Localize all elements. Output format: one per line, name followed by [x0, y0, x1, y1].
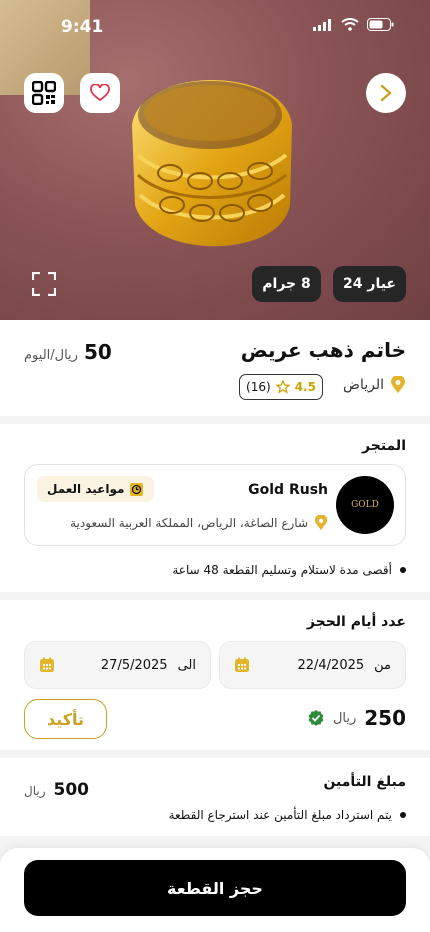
store-section: المتجر GOLD Gold Rush شارع الصاغة، الريا…	[0, 424, 430, 592]
bottom-bar: حجز القطعة	[0, 848, 430, 932]
verified-check-icon	[308, 710, 324, 726]
price-value: 50	[83, 340, 112, 364]
store-card[interactable]: GOLD Gold Rush شارع الصاغة، الرياض، المم…	[24, 464, 406, 546]
to-date-field[interactable]: الى 27/5/2025	[24, 641, 211, 689]
rating-value: 4.5	[294, 380, 316, 394]
insurance-note: يتم استرداد مبلغ التأمين عند استرجاع الق…	[169, 808, 406, 822]
product-page: 9:41 عيار 24 8 جرام خاتم ذهب عريض 50 ريا…	[0, 0, 430, 932]
store-name: Gold Rush	[248, 482, 328, 498]
calendar-icon	[235, 657, 249, 672]
working-hours-label: مواعيد العمل	[47, 482, 125, 496]
back-button[interactable]	[366, 73, 406, 113]
from-date-field[interactable]: من 22/4/2025	[219, 641, 406, 689]
store-section-label: المتجر	[362, 438, 406, 454]
from-label: من	[374, 657, 391, 673]
weight-badge: 8 جرام	[252, 266, 321, 302]
qr-code-button[interactable]	[24, 73, 64, 113]
store-logo-text: GOLD	[351, 500, 379, 510]
pickup-note-text: أقصى مدة لاستلام وتسليم القطعة 48 ساعة	[172, 563, 392, 577]
insurance-value: 500	[53, 780, 90, 800]
heart-icon	[90, 84, 110, 102]
karat-badge: عيار 24	[333, 266, 406, 302]
working-hours-button[interactable]: مواعيد العمل	[37, 476, 155, 502]
insurance-note-text: يتم استرداد مبلغ التأمين عند استرجاع الق…	[168, 808, 392, 822]
total-value: 250	[364, 706, 406, 730]
wifi-icon	[341, 18, 359, 31]
status-bar: 9:41	[0, 0, 430, 54]
insurance-section: مبلغ التأمين 500 ريال يتم استرداد مبلغ ا…	[0, 758, 430, 836]
insurance-amount: 500 ريال	[24, 780, 89, 800]
booking-total: 250 ريال	[307, 706, 406, 730]
status-time: 9:41	[61, 17, 104, 37]
store-address-text: شارع الصاغة، الرياض، المملكة العربية الس…	[70, 516, 308, 530]
product-info: خاتم ذهب عريض 50 ريال/اليوم الرياض 4.5 (…	[0, 320, 430, 416]
fullscreen-icon[interactable]	[32, 272, 56, 296]
product-price: 50 ريال/اليوم	[24, 340, 112, 364]
calendar-icon	[40, 657, 54, 672]
product-title: خاتم ذهب عريض	[240, 338, 406, 362]
ring-image	[132, 80, 292, 247]
product-image: 9:41 عيار 24 8 جرام	[0, 0, 430, 320]
location-label: الرياض	[343, 377, 384, 393]
from-date: 22/4/2025	[297, 657, 365, 673]
favorite-button[interactable]	[80, 73, 120, 113]
chevron-right-icon	[380, 84, 392, 102]
signal-icon	[313, 18, 331, 31]
rating-badge[interactable]: 4.5 (16)	[239, 374, 323, 400]
insurance-unit: ريال	[24, 784, 46, 798]
battery-icon	[367, 18, 394, 31]
confirm-button[interactable]: تأكيد	[24, 699, 107, 739]
book-item-button[interactable]: حجز القطعة	[24, 860, 406, 916]
location: الرياض	[343, 376, 406, 394]
qr-code-icon	[32, 81, 56, 105]
to-date: 27/5/2025	[100, 657, 168, 673]
reviews-count: (16)	[246, 380, 271, 394]
location-pin-icon	[314, 515, 328, 530]
total-unit: ريال	[332, 710, 357, 726]
clock-icon	[130, 482, 144, 496]
store-logo: GOLD	[336, 476, 394, 534]
store-address: شارع الصاغة، الرياض، المملكة العربية الس…	[70, 515, 328, 531]
booking-section: عدد أيام الحجز من 22/4/2025 الى 27/5/202…	[0, 600, 430, 750]
booking-section-label: عدد أيام الحجز	[306, 614, 406, 630]
location-pin-icon	[391, 376, 405, 393]
star-icon	[275, 380, 290, 394]
price-unit: ريال/اليوم	[24, 348, 78, 363]
pickup-note: أقصى مدة لاستلام وتسليم القطعة 48 ساعة	[172, 563, 406, 577]
to-label: الى	[177, 657, 196, 673]
insurance-label: مبلغ التأمين	[323, 774, 406, 790]
